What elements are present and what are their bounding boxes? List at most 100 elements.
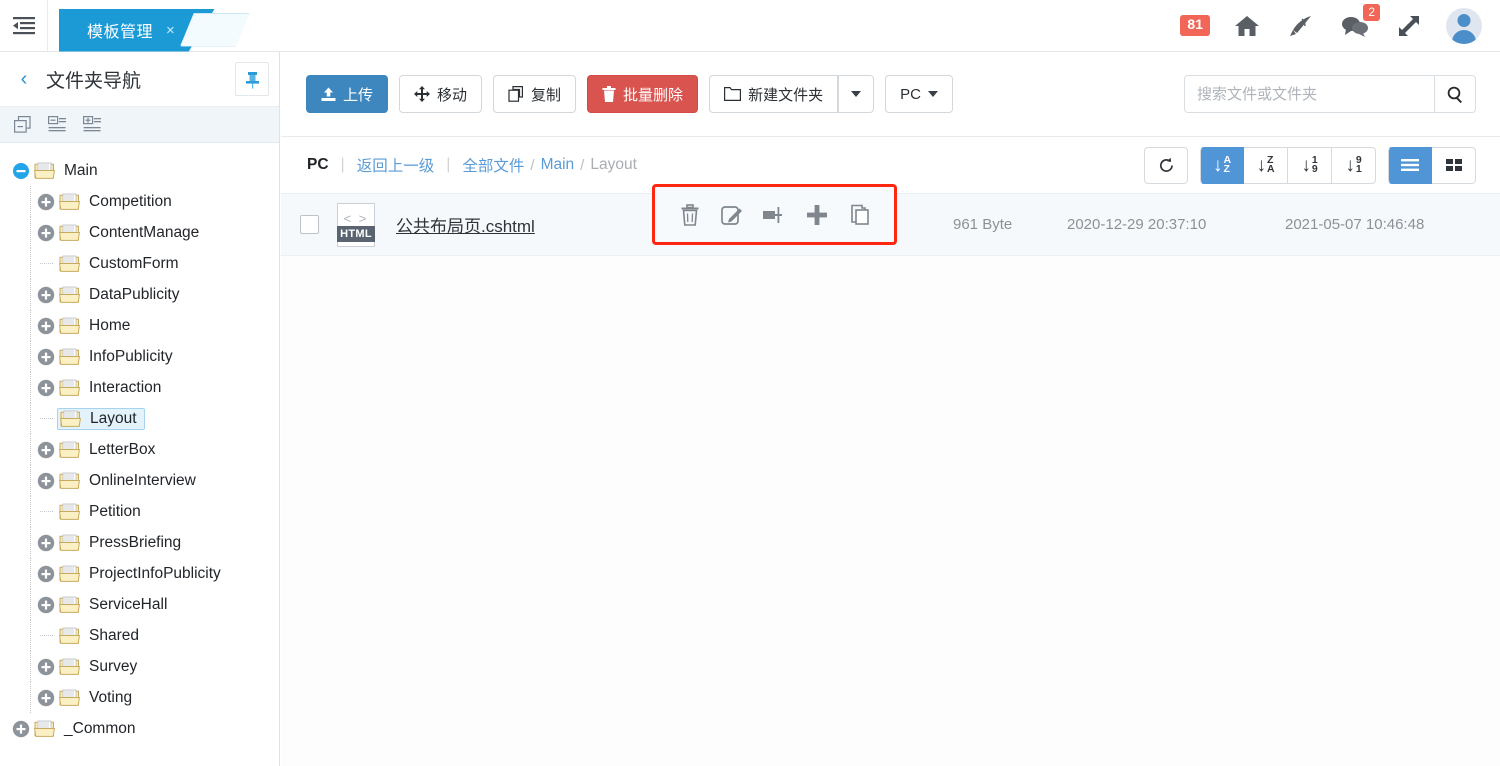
tree-node-customform[interactable]: CustomForm bbox=[10, 248, 279, 279]
sort-19-button[interactable]: ↓19 bbox=[1288, 147, 1332, 184]
tree-expander[interactable] bbox=[35, 565, 57, 583]
device-select-button[interactable]: PC bbox=[885, 75, 953, 113]
add-icon[interactable] bbox=[802, 200, 832, 230]
breadcrumb-root-link[interactable]: 全部文件 bbox=[462, 154, 524, 176]
tree-node-content[interactable]: OnlineInterview bbox=[57, 471, 203, 491]
chat-icon[interactable]: 2 bbox=[1338, 9, 1372, 43]
batch-delete-button[interactable]: 批量删除 bbox=[587, 75, 698, 113]
tree-node-contentmanage[interactable]: ContentManage bbox=[10, 217, 279, 248]
expand-node-icon[interactable] bbox=[12, 720, 30, 738]
expand-node-icon[interactable] bbox=[37, 379, 55, 397]
tree-node-content[interactable]: Competition bbox=[57, 192, 179, 212]
tree-expander[interactable] bbox=[35, 348, 57, 366]
tree-node-survey[interactable]: Survey bbox=[10, 651, 279, 682]
expand-node-icon[interactable] bbox=[37, 658, 55, 676]
sort-az-button[interactable]: ↓AZ bbox=[1200, 147, 1244, 184]
tree-node-datapublicity[interactable]: DataPublicity bbox=[10, 279, 279, 310]
tree-node-servicehall[interactable]: ServiceHall bbox=[10, 589, 279, 620]
expand-node-icon[interactable] bbox=[37, 193, 55, 211]
tree-expander[interactable] bbox=[35, 379, 57, 397]
notification-count-badge[interactable]: 81 bbox=[1180, 15, 1210, 35]
pin-icon[interactable] bbox=[235, 62, 269, 96]
tree-expander[interactable] bbox=[35, 658, 57, 676]
avatar[interactable] bbox=[1446, 8, 1482, 44]
expand-node-icon[interactable] bbox=[37, 286, 55, 304]
tree-node-content[interactable]: _Common bbox=[32, 719, 143, 739]
tree-node-content[interactable]: CustomForm bbox=[57, 254, 186, 274]
tree-node-layout[interactable]: Layout bbox=[10, 403, 279, 434]
tree-node-content[interactable]: ServiceHall bbox=[57, 595, 174, 615]
tree-node-content[interactable]: ProjectInfoPublicity bbox=[57, 564, 228, 584]
expand-all-icon[interactable] bbox=[83, 116, 101, 133]
tree-expander[interactable] bbox=[10, 162, 32, 180]
expand-node-icon[interactable] bbox=[37, 224, 55, 242]
upload-button[interactable]: 上传 bbox=[306, 75, 388, 113]
tree-node-content[interactable]: Interaction bbox=[57, 378, 168, 398]
tree-node-pressbriefing[interactable]: PressBriefing bbox=[10, 527, 279, 558]
copy-button[interactable]: 复制 bbox=[493, 75, 576, 113]
search-button[interactable] bbox=[1434, 75, 1476, 113]
expand-node-icon[interactable] bbox=[37, 596, 55, 614]
expand-node-icon[interactable] bbox=[37, 441, 55, 459]
grid-view-button[interactable] bbox=[1432, 147, 1476, 184]
sort-za-button[interactable]: ↓ZA bbox=[1244, 147, 1288, 184]
tree-node-shared[interactable]: Shared bbox=[10, 620, 279, 651]
tree-expander[interactable] bbox=[35, 441, 57, 459]
fullscreen-icon[interactable] bbox=[1392, 9, 1426, 43]
edit-icon[interactable] bbox=[717, 200, 747, 230]
breadcrumb-parent-link[interactable]: Main bbox=[541, 156, 575, 174]
tree-node-content[interactable]: Petition bbox=[57, 502, 148, 522]
delete-icon[interactable] bbox=[675, 200, 705, 230]
tree-expander[interactable] bbox=[35, 596, 57, 614]
expand-node-icon[interactable] bbox=[37, 348, 55, 366]
expand-node-icon[interactable] bbox=[37, 472, 55, 490]
tree-node-competition[interactable]: Competition bbox=[10, 186, 279, 217]
tree-node--common[interactable]: _Common bbox=[10, 713, 279, 744]
collapse-node-icon[interactable] bbox=[12, 162, 30, 180]
tree-node-infopublicity[interactable]: InfoPublicity bbox=[10, 341, 279, 372]
tree-node-content[interactable]: ContentManage bbox=[57, 223, 206, 243]
row-checkbox[interactable] bbox=[300, 215, 319, 234]
tree-node-content[interactable]: DataPublicity bbox=[57, 285, 186, 305]
copy-node-icon[interactable] bbox=[14, 116, 31, 133]
tree-expander[interactable] bbox=[35, 193, 57, 211]
tree-expander[interactable] bbox=[35, 224, 57, 242]
sidebar-collapse-icon[interactable]: ‹ bbox=[8, 69, 40, 89]
duplicate-icon[interactable] bbox=[844, 200, 874, 230]
tree-expander[interactable] bbox=[10, 720, 32, 738]
tree-node-home[interactable]: Home bbox=[10, 310, 279, 341]
tree-node-interaction[interactable]: Interaction bbox=[10, 372, 279, 403]
expand-node-icon[interactable] bbox=[37, 534, 55, 552]
tree-node-voting[interactable]: Voting bbox=[10, 682, 279, 713]
tree-expander[interactable] bbox=[35, 689, 57, 707]
file-name-link[interactable]: 公共布局页.cshtml bbox=[396, 212, 535, 237]
expand-node-icon[interactable] bbox=[37, 565, 55, 583]
close-icon[interactable]: × bbox=[166, 23, 175, 38]
table-row[interactable]: < >HTML公共布局页.cshtml961 Byte2020-12-29 20… bbox=[281, 194, 1500, 256]
refresh-button[interactable] bbox=[1144, 147, 1188, 184]
collapse-all-icon[interactable] bbox=[48, 116, 66, 133]
tree-expander[interactable] bbox=[35, 534, 57, 552]
tree-node-content[interactable]: InfoPublicity bbox=[57, 347, 180, 367]
sort-91-button[interactable]: ↓91 bbox=[1332, 147, 1376, 184]
home-icon[interactable] bbox=[1230, 9, 1264, 43]
rocket-icon[interactable] bbox=[1284, 9, 1318, 43]
tree-node-content[interactable]: LetterBox bbox=[57, 440, 162, 460]
new-folder-button[interactable]: 新建文件夹 bbox=[709, 75, 838, 113]
tree-node-petition[interactable]: Petition bbox=[10, 496, 279, 527]
tree-node-content[interactable]: Home bbox=[57, 316, 137, 336]
new-folder-dropdown-button[interactable] bbox=[838, 75, 874, 113]
tree-node-main[interactable]: Main bbox=[10, 155, 279, 186]
tree-node-projectinfopublicity[interactable]: ProjectInfoPublicity bbox=[10, 558, 279, 589]
tree-expander[interactable] bbox=[35, 317, 57, 335]
rename-icon[interactable] bbox=[759, 200, 789, 230]
search-input[interactable] bbox=[1184, 75, 1434, 113]
tree-node-content[interactable]: PressBriefing bbox=[57, 533, 188, 553]
menu-collapse-icon[interactable] bbox=[0, 0, 48, 51]
list-view-button[interactable] bbox=[1388, 147, 1432, 184]
tree-node-content[interactable]: Shared bbox=[57, 626, 146, 646]
tree-node-letterbox[interactable]: LetterBox bbox=[10, 434, 279, 465]
expand-node-icon[interactable] bbox=[37, 317, 55, 335]
tree-expander[interactable] bbox=[35, 286, 57, 304]
tree-node-content[interactable]: Main bbox=[32, 161, 105, 181]
